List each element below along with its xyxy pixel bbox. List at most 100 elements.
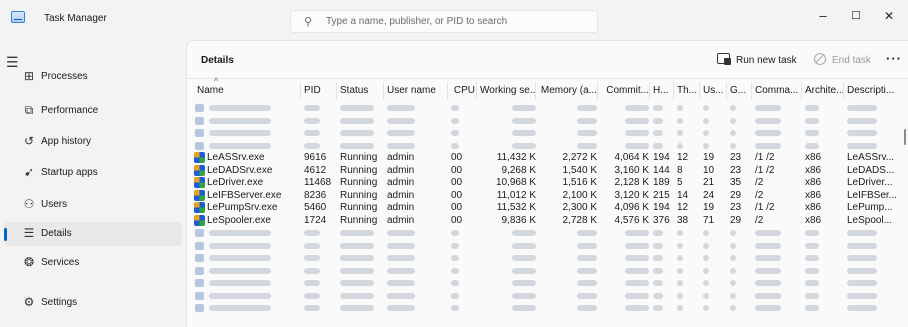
column-header[interactable]: User name xyxy=(387,85,447,96)
cell-mem: 2,728 K xyxy=(562,214,597,226)
sidebar-item-users[interactable]: ⚇ Users xyxy=(4,193,182,217)
table-row-redacted[interactable] xyxy=(187,115,902,127)
redacted-cell xyxy=(577,130,597,136)
table-row-redacted[interactable] xyxy=(187,227,902,239)
column-header[interactable]: Name xyxy=(197,85,297,96)
column-header[interactable]: Th... xyxy=(677,85,699,96)
column-separator[interactable] xyxy=(751,82,752,100)
redacted-cell xyxy=(451,292,459,299)
redacted-cell xyxy=(209,280,271,286)
column-separator[interactable] xyxy=(336,82,337,100)
cell-h: 215 xyxy=(653,189,670,201)
vertical-scrollbar[interactable] xyxy=(904,129,906,145)
column-separator[interactable] xyxy=(476,82,477,100)
sidebar-item-details[interactable]: ☰ Details xyxy=(4,222,182,246)
column-separator[interactable] xyxy=(535,82,536,100)
redacted-cell xyxy=(703,117,709,124)
redacted-cell xyxy=(653,280,663,286)
column-separator[interactable] xyxy=(649,82,650,100)
sidebar-item-services[interactable]: ❂ Services xyxy=(4,251,182,275)
column-header[interactable]: Descripti... xyxy=(847,85,901,96)
sidebar-item-performance[interactable]: ⧉ Performance xyxy=(4,99,182,123)
sidebar-item-app-history[interactable]: ↺ App history xyxy=(4,130,182,154)
column-separator[interactable] xyxy=(300,82,301,100)
cell-arch: x86 xyxy=(805,214,822,226)
close-button[interactable]: ✕ xyxy=(874,5,904,27)
sidebar-item-startup-apps[interactable]: ➹ Startup apps xyxy=(4,161,182,185)
cell-cmd: /1 /2 xyxy=(755,152,775,163)
cell-commit: 2,128 K xyxy=(614,177,649,188)
redacted-cell xyxy=(847,117,877,124)
table-row-redacted[interactable] xyxy=(187,265,902,277)
column-separator[interactable] xyxy=(801,82,802,100)
table-row-redacted[interactable] xyxy=(187,277,902,289)
column-separator[interactable] xyxy=(383,82,384,100)
column-header[interactable]: Us... xyxy=(703,85,725,96)
column-header[interactable]: PID xyxy=(304,85,337,96)
redacted-process-icon xyxy=(195,291,204,300)
column-separator[interactable] xyxy=(597,82,598,100)
redacted-cell xyxy=(653,305,663,311)
redacted-cell xyxy=(703,142,709,149)
redacted-cell xyxy=(387,292,415,299)
cell-name: LeDriver.exe xyxy=(207,177,264,188)
redacted-cell xyxy=(209,305,271,311)
column-header[interactable]: Commit... xyxy=(601,85,649,96)
redacted-cell xyxy=(340,230,374,236)
table-row[interactable]: LeIFBServer.exe 8236 Running admin 00 11,012 … xyxy=(187,189,902,202)
redacted-cell xyxy=(805,117,819,124)
column-header[interactable]: Comma... xyxy=(755,85,801,96)
column-header[interactable]: Status xyxy=(340,85,384,96)
table-row[interactable]: LeASSrv.exe 9616 Running admin 00 11,432 K 2,2… xyxy=(187,152,902,164)
column-header[interactable]: G... xyxy=(730,85,750,96)
settings-icon: ⚙ xyxy=(23,295,35,309)
redacted-cell xyxy=(677,105,683,111)
column-separator[interactable] xyxy=(726,82,727,100)
column-header[interactable]: CPU xyxy=(451,85,475,96)
table-row[interactable]: LeDADSrv.exe 4612 Running admin 00 9,268 K 1,5… xyxy=(187,164,902,177)
table-row-redacted[interactable] xyxy=(187,252,902,264)
column-header[interactable]: H... xyxy=(653,85,673,96)
cell-cmd: /1 /2 xyxy=(755,202,775,213)
sidebar-item-settings[interactable]: ⚙ Settings xyxy=(4,291,182,315)
column-separator[interactable] xyxy=(699,82,700,100)
redacted-cell xyxy=(755,267,781,274)
cell-arch: x86 xyxy=(805,202,822,213)
column-separator[interactable] xyxy=(843,82,844,100)
column-header[interactable]: Archite... xyxy=(805,85,845,96)
column-header[interactable]: Working se... xyxy=(480,85,536,96)
table-row-redacted[interactable] xyxy=(187,240,902,252)
redacted-cell xyxy=(209,292,271,299)
table-row-redacted[interactable] xyxy=(187,127,902,139)
table-row-redacted[interactable] xyxy=(187,140,902,152)
redacted-cell xyxy=(625,142,649,149)
search-input[interactable]: ⚲ Type a name, publisher, or PID to sear… xyxy=(290,10,598,33)
maximize-button[interactable]: ☐ xyxy=(841,5,871,27)
column-separator[interactable] xyxy=(447,82,448,100)
table-row-redacted[interactable] xyxy=(187,302,902,314)
redacted-cell xyxy=(653,267,663,274)
table-row[interactable]: LePumpSrv.exe 5460 Running admin 00 11,532 K 2… xyxy=(187,202,902,214)
column-header[interactable]: Memory (a... xyxy=(539,85,597,96)
table-row-redacted[interactable] xyxy=(187,102,902,114)
redacted-cell xyxy=(512,305,536,311)
column-separator[interactable] xyxy=(673,82,674,100)
redacted-cell xyxy=(805,267,819,274)
more-options-button[interactable]: ··· xyxy=(886,51,902,66)
table-row[interactable]: LeSpooler.exe 1724 Running admin 00 9,836 K 2,… xyxy=(187,214,902,227)
redacted-cell xyxy=(703,267,709,274)
cell-cpu: 00 xyxy=(451,202,463,213)
cell-g: 23 xyxy=(730,164,742,176)
redacted-process-icon xyxy=(195,254,204,262)
redacted-cell xyxy=(653,117,663,124)
table-row-redacted[interactable] xyxy=(187,290,902,302)
redacted-cell xyxy=(703,242,709,249)
redacted-process-icon xyxy=(195,229,204,237)
redacted-cell xyxy=(677,292,683,299)
minimize-button[interactable]: – xyxy=(808,5,838,27)
table-row[interactable]: LeDriver.exe 11468 Running admin 00 10,968 K 1… xyxy=(187,177,902,189)
end-task-button[interactable]: End task xyxy=(832,55,871,66)
redacted-cell xyxy=(805,130,819,136)
sidebar-item-processes[interactable]: ⊞ Processes xyxy=(4,65,182,89)
run-new-task-button[interactable]: Run new task xyxy=(736,55,797,66)
